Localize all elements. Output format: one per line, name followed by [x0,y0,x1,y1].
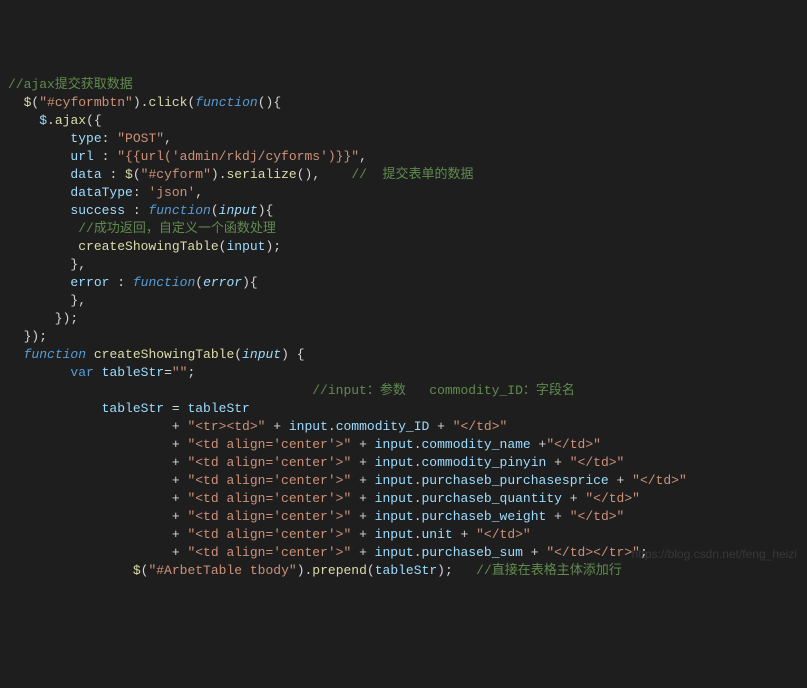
code-line: + "<td align='center'>" + input.purchase… [8,490,799,508]
code-line: + "<td align='center'>" + input.purchase… [8,544,799,562]
code-line: //成功返回，自定义一个函数处理 [8,220,799,238]
code-line: $("#ArbetTable tbody").prepend(tableStr)… [8,562,799,580]
code-line: function createShowingTable(input) { [8,346,799,364]
code-editor[interactable]: //ajax提交获取数据 $("#cyformbtn").click(funct… [8,76,799,580]
code-line: type: "POST", [8,130,799,148]
code-line: createShowingTable(input); [8,238,799,256]
code-line: }, [8,292,799,310]
code-line: success : function(input){ [8,202,799,220]
code-line: + "<td align='center'>" + input.unit + "… [8,526,799,544]
code-line: + "<td align='center'>" + input.purchase… [8,508,799,526]
code-line: }, [8,256,799,274]
code-line: + "<td align='center'>" + input.purchase… [8,472,799,490]
code-line: + "<tr><td>" + input.commodity_ID + "</t… [8,418,799,436]
code-line: tableStr = tableStr [8,400,799,418]
code-line: + "<td align='center'>" + input.commodit… [8,454,799,472]
code-line: }); [8,310,799,328]
code-line: + "<td align='center'>" + input.commodit… [8,436,799,454]
code-line: //input：参数 commodity_ID：字段名 [8,382,799,400]
code-line: $.ajax({ [8,112,799,130]
code-line: //ajax提交获取数据 [8,76,799,94]
code-line: var tableStr=""; [8,364,799,382]
code-line: data : $("#cyform").serialize(), // 提交表单… [8,166,799,184]
code-line: url : "{{url('admin/rkdj/cyforms')}}", [8,148,799,166]
code-line: }); [8,328,799,346]
code-line: dataType: 'json', [8,184,799,202]
code-line: error : function(error){ [8,274,799,292]
code-line: $("#cyformbtn").click(function(){ [8,94,799,112]
